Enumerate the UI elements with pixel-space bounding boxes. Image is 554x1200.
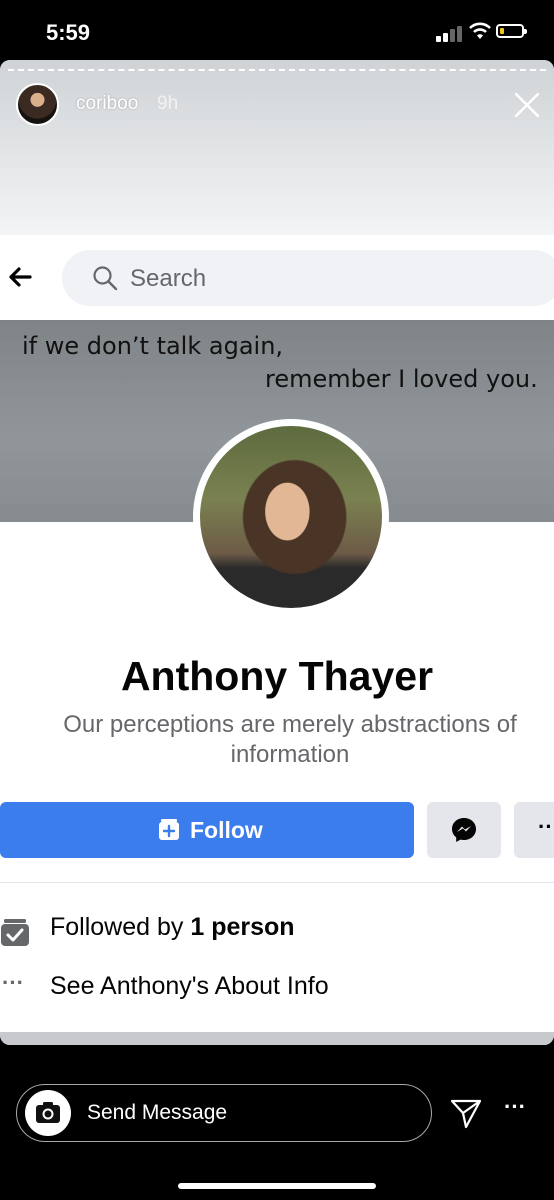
story-progress-bar xyxy=(8,69,546,74)
profile-picture[interactable] xyxy=(193,419,389,615)
story-username[interactable]: coriboo xyxy=(76,93,138,115)
followed-by-count: 1 person xyxy=(190,913,295,941)
divider xyxy=(0,882,554,883)
status-bar: 5:59 xyxy=(0,0,554,62)
back-arrow-icon[interactable] xyxy=(6,261,34,293)
add-follow-icon xyxy=(159,819,179,840)
facebook-header: Search xyxy=(0,235,554,320)
story-header: coriboo 9h xyxy=(0,60,554,235)
messenger-button[interactable] xyxy=(427,802,501,858)
more-options-button[interactable]: ··· xyxy=(514,802,554,858)
messenger-icon xyxy=(452,818,476,842)
search-icon xyxy=(93,266,118,291)
more-dots-icon: ··· xyxy=(2,970,24,995)
status-time: 5:59 xyxy=(46,20,91,45)
direct-send-icon[interactable] xyxy=(449,1096,483,1130)
cellular-signal-icon xyxy=(436,24,466,42)
follow-button[interactable]: Follow xyxy=(0,802,414,858)
story-time-ago: 9h xyxy=(157,93,179,114)
followed-by-prefix: Followed by xyxy=(50,913,191,941)
story-viewer: coriboo 9h Search if we don’t talk again… xyxy=(0,60,554,1045)
camera-button[interactable] xyxy=(25,1090,71,1136)
follow-label: Follow xyxy=(190,817,263,843)
search-placeholder: Search xyxy=(130,265,207,292)
battery-icon xyxy=(496,24,527,38)
wifi-icon xyxy=(469,22,491,39)
cover-text-line-1: if we don’t talk again, xyxy=(22,332,284,360)
story-avatar[interactable] xyxy=(16,83,59,126)
profile-photo xyxy=(200,426,382,608)
camera-icon xyxy=(36,1102,60,1123)
profile-name: Anthony Thayer xyxy=(120,653,434,699)
followers-check-icon xyxy=(1,919,29,946)
more-options-icon: ··· xyxy=(538,814,554,839)
about-info-link[interactable]: See Anthony's About Info xyxy=(50,972,329,1001)
search-input[interactable]: Search xyxy=(62,250,554,306)
bottom-edge xyxy=(0,1032,554,1045)
cover-text-line-2: remember I loved you. xyxy=(265,365,538,393)
home-indicator xyxy=(178,1183,376,1189)
more-options-icon[interactable]: ··· xyxy=(504,1094,526,1120)
send-message-placeholder: Send Message xyxy=(87,1101,228,1124)
close-icon[interactable] xyxy=(512,90,542,120)
followed-by-row[interactable]: Followed by 1 person xyxy=(0,905,554,955)
followed-by-text: Followed by 1 person xyxy=(50,913,295,942)
about-info-row[interactable]: ··· See Anthony's About Info xyxy=(0,964,554,1014)
send-message-input[interactable]: Send Message xyxy=(16,1084,432,1142)
profile-bio: Our perceptions are merely abstractions … xyxy=(63,711,517,768)
